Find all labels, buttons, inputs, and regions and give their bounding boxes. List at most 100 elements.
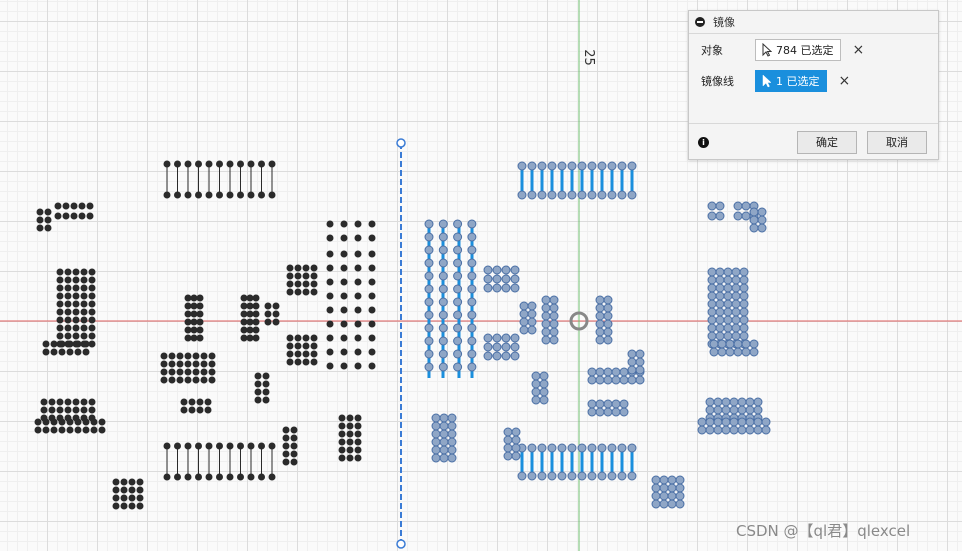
pad[interactable] (286, 288, 294, 296)
pad[interactable] (72, 406, 80, 414)
pad[interactable] (338, 430, 346, 438)
pad[interactable] (246, 310, 254, 318)
pad[interactable] (36, 224, 44, 232)
pad-selected[interactable] (537, 443, 547, 453)
pad-selected[interactable] (729, 397, 739, 407)
pad-selected[interactable] (549, 335, 559, 345)
pad-selected[interactable] (675, 483, 685, 493)
pad[interactable] (262, 372, 270, 380)
pad[interactable] (56, 292, 64, 300)
pad[interactable] (286, 264, 294, 272)
pad[interactable] (205, 473, 213, 481)
pad[interactable] (70, 202, 78, 210)
pad-selected[interactable] (511, 451, 521, 461)
pad[interactable] (196, 302, 204, 310)
pad-selected[interactable] (737, 405, 747, 415)
pad[interactable] (136, 478, 144, 486)
pad-selected[interactable] (627, 349, 637, 359)
pad[interactable] (62, 212, 70, 220)
pad-selected[interactable] (705, 425, 715, 435)
pad-selected[interactable] (611, 367, 621, 377)
pad-selected[interactable] (723, 331, 733, 341)
pad-selected[interactable] (531, 387, 541, 397)
pad[interactable] (56, 300, 64, 308)
pad[interactable] (86, 202, 94, 210)
pad-selected[interactable] (603, 335, 613, 345)
pad[interactable] (216, 442, 223, 450)
pad[interactable] (56, 284, 64, 292)
pad[interactable] (34, 418, 42, 426)
pad-selected[interactable] (439, 445, 449, 455)
pad-selected[interactable] (539, 387, 549, 397)
pad[interactable] (184, 352, 192, 360)
pad-selected[interactable] (595, 367, 605, 377)
pad[interactable] (88, 406, 96, 414)
pad-selected[interactable] (431, 421, 441, 431)
pad-selected[interactable] (651, 483, 661, 493)
pad-selected[interactable] (713, 405, 723, 415)
pad[interactable] (136, 486, 144, 494)
pad[interactable] (88, 340, 96, 348)
pad[interactable] (176, 352, 184, 360)
pad-selected[interactable] (483, 342, 493, 352)
pad-selected[interactable] (697, 425, 707, 435)
pad[interactable] (340, 220, 348, 228)
pad[interactable] (72, 398, 80, 406)
pad[interactable] (56, 406, 64, 414)
pad-selected[interactable] (595, 335, 605, 345)
pad-selected[interactable] (511, 443, 521, 453)
pad-selected[interactable] (707, 291, 717, 301)
pad[interactable] (354, 438, 362, 446)
pad[interactable] (36, 216, 44, 224)
pad[interactable] (195, 442, 202, 450)
pad[interactable] (268, 160, 276, 168)
pad-selected[interactable] (731, 315, 741, 325)
pad-selected[interactable] (453, 258, 463, 268)
pad-selected[interactable] (717, 339, 727, 349)
pad-selected[interactable] (447, 437, 457, 447)
pad-selected[interactable] (733, 339, 743, 349)
pad[interactable] (338, 414, 346, 422)
pad-selected[interactable] (519, 309, 529, 319)
pad[interactable] (302, 272, 310, 280)
cancel-button[interactable]: 取消 (867, 131, 927, 154)
pad-selected[interactable] (438, 323, 448, 333)
pad-selected[interactable] (603, 407, 613, 417)
pad-selected[interactable] (753, 405, 763, 415)
pad-selected[interactable] (753, 425, 763, 435)
pad-selected[interactable] (617, 190, 627, 200)
pad-selected[interactable] (501, 351, 511, 361)
pad[interactable] (290, 434, 298, 442)
pad-selected[interactable] (619, 375, 629, 385)
pad[interactable] (346, 454, 354, 462)
pad-selected[interactable] (651, 491, 661, 501)
pad-selected[interactable] (731, 299, 741, 309)
collapse-icon[interactable] (695, 17, 705, 27)
pad-selected[interactable] (733, 201, 743, 211)
pad[interactable] (272, 302, 280, 310)
pad-selected[interactable] (715, 211, 725, 221)
pad-selected[interactable] (492, 265, 502, 275)
pad-selected[interactable] (707, 267, 717, 277)
pad-selected[interactable] (627, 365, 637, 375)
pad-selected[interactable] (527, 301, 537, 311)
pad[interactable] (174, 160, 181, 168)
pad-selected[interactable] (607, 161, 617, 171)
pad-selected[interactable] (431, 429, 441, 439)
pad-selected[interactable] (627, 443, 637, 453)
pad[interactable] (163, 160, 171, 168)
pad-selected[interactable] (587, 367, 597, 377)
pad[interactable] (290, 458, 298, 466)
pad-selected[interactable] (729, 425, 739, 435)
pad[interactable] (302, 342, 310, 350)
pad[interactable] (338, 422, 346, 430)
pad-selected[interactable] (424, 245, 434, 255)
pad-selected[interactable] (721, 425, 731, 435)
pad[interactable] (326, 278, 334, 286)
pad[interactable] (56, 308, 64, 316)
pad[interactable] (42, 340, 50, 348)
pad[interactable] (195, 473, 202, 481)
pad-selected[interactable] (667, 483, 677, 493)
pad-selected[interactable] (424, 271, 434, 281)
pad-selected[interactable] (510, 274, 520, 284)
